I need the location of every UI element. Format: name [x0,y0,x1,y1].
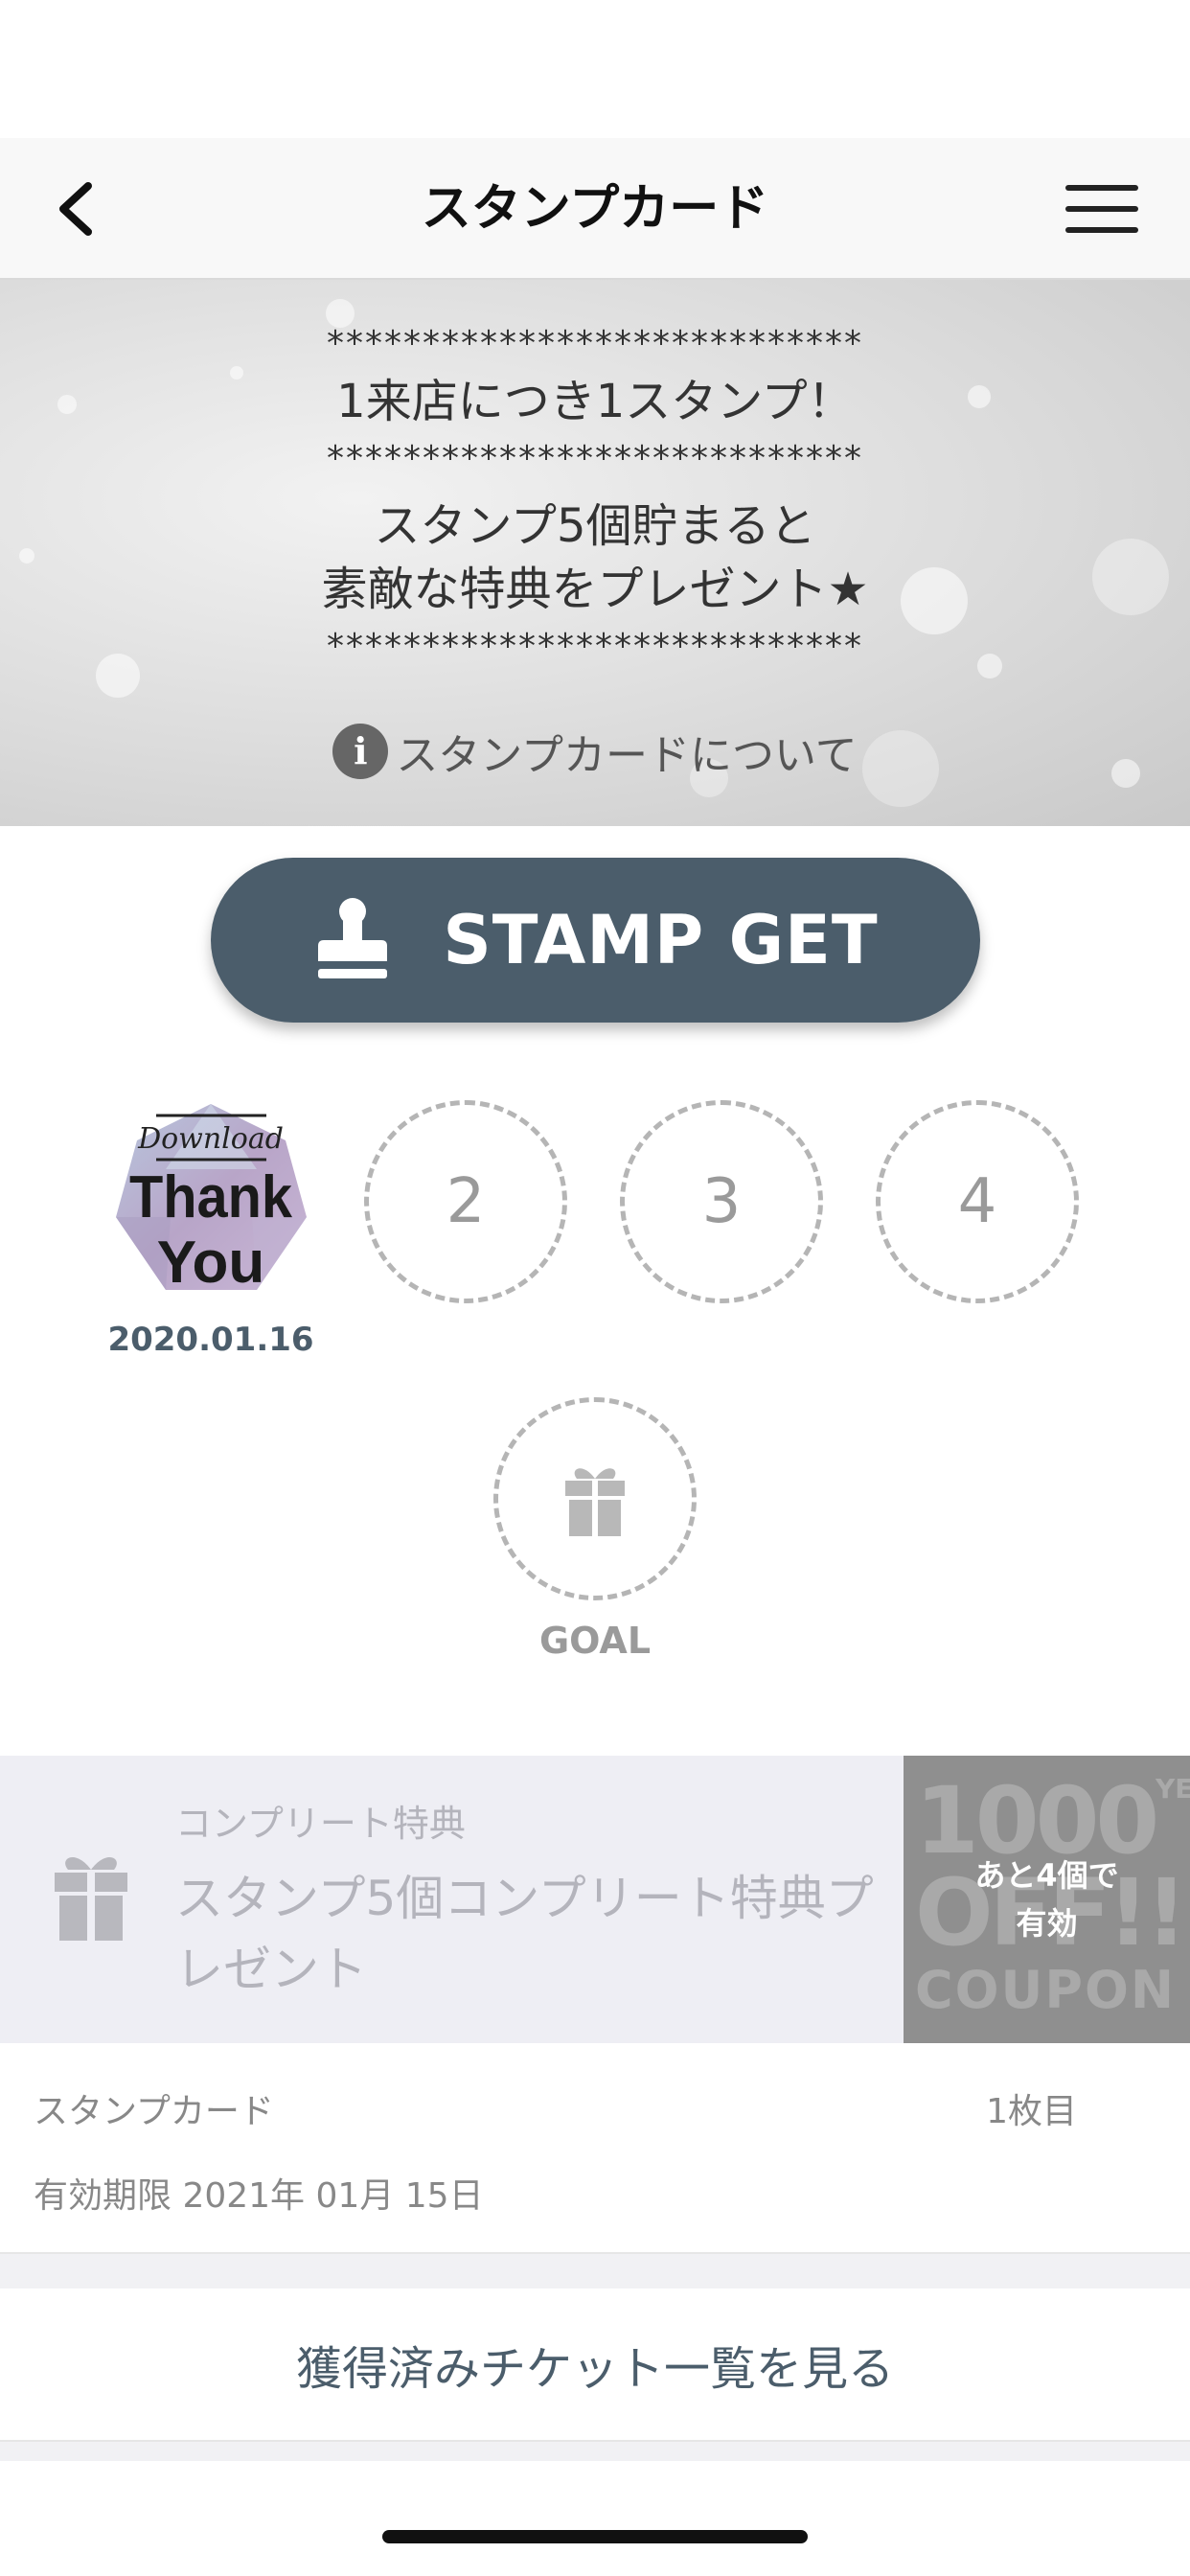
thank-you-stamp-image: Download Thank You [116,1104,307,1296]
coupon-thumbnail: 1000 OFF!! COUPON YEN あと4個で 有効 [904,1756,1190,2043]
info-banner: **************************** 1来店につき1スタンプ… [0,280,1190,826]
page-title: スタンプカード [421,180,769,238]
stars-divider: **************************** [327,439,863,478]
gift-icon [565,1468,625,1536]
reward-category-label: コンプリート特典 [175,1803,466,1845]
back-button[interactable] [38,172,111,245]
about-stamp-card-label: スタンプカードについて [396,731,858,780]
stamp-get-button[interactable]: STAMP GET [211,858,980,1023]
hamburger-menu-icon [1065,185,1138,191]
view-tickets-button[interactable]: 獲得済みチケット一覧を見る [0,2288,1190,2442]
home-indicator[interactable] [382,2530,808,2543]
stamp-download-text: Download [137,1122,284,1156]
stamp-slot-4: 4 [876,1100,1079,1303]
stamp-card-screen: スタンプカード **************************** 1来店… [0,0,1190,2576]
section-divider [0,2254,1190,2288]
goal-label: GOAL [538,1620,652,1662]
coupon-status-line-2: 有効 [1016,1905,1078,1942]
stamp-thank-text: Thank [129,1164,292,1230]
gift-icon [55,1856,127,1941]
stamp-slot-1: Download Thank You [113,1102,309,1299]
section-divider [0,2442,1190,2461]
stars-divider: **************************** [327,324,863,363]
reward-title: スタンプ5個コンプリート特典プレゼント [175,1871,874,1997]
stamp-slot-goal [493,1397,697,1600]
stamp-get-label: STAMP GET [443,901,879,979]
stamp-date: 2020.01.16 [107,1321,314,1359]
coupon-status-line-1: あと4個で [974,1857,1119,1894]
banner-line-1: 1来店につき1スタンプ！ [336,375,854,428]
complete-reward-card[interactable]: コンプリート特典 スタンプ5個コンプリート特典プレゼント 1000 OFF!! … [0,1756,1190,2043]
banner-line-2: スタンプ5個貯まると [374,499,816,553]
menu-button[interactable] [1065,172,1152,245]
nav-bar: スタンプカード [0,138,1190,280]
about-stamp-card-link[interactable]: i スタンプカードについて [0,721,1190,782]
status-bar [0,0,1190,138]
stamp-slot-2: 2 [364,1100,567,1303]
coupon-yen-text: YEN [1156,1773,1190,1805]
banner-line-3: 素敵な特典をプレゼント★ [321,563,869,616]
card-label: スタンプカード [34,2092,274,2131]
stamp-icon [318,898,388,978]
card-info: スタンプカード 1枚目 有効期限 2021年 01月 15日 [0,2043,1190,2254]
card-count: 1枚目 [986,2092,1077,2131]
stamp-you-text: You [157,1230,265,1296]
card-expiry: 有効期限 2021年 01月 15日 [34,2176,484,2216]
stamp-slot-3: 3 [620,1100,823,1303]
stars-divider: **************************** [327,627,863,666]
info-icon: i [332,724,389,779]
chevron-left-icon [59,182,92,236]
banner-message: **************************** 1来店につき1スタンプ… [0,318,1190,673]
coupon-status: あと4個で 有効 [904,1852,1190,1947]
